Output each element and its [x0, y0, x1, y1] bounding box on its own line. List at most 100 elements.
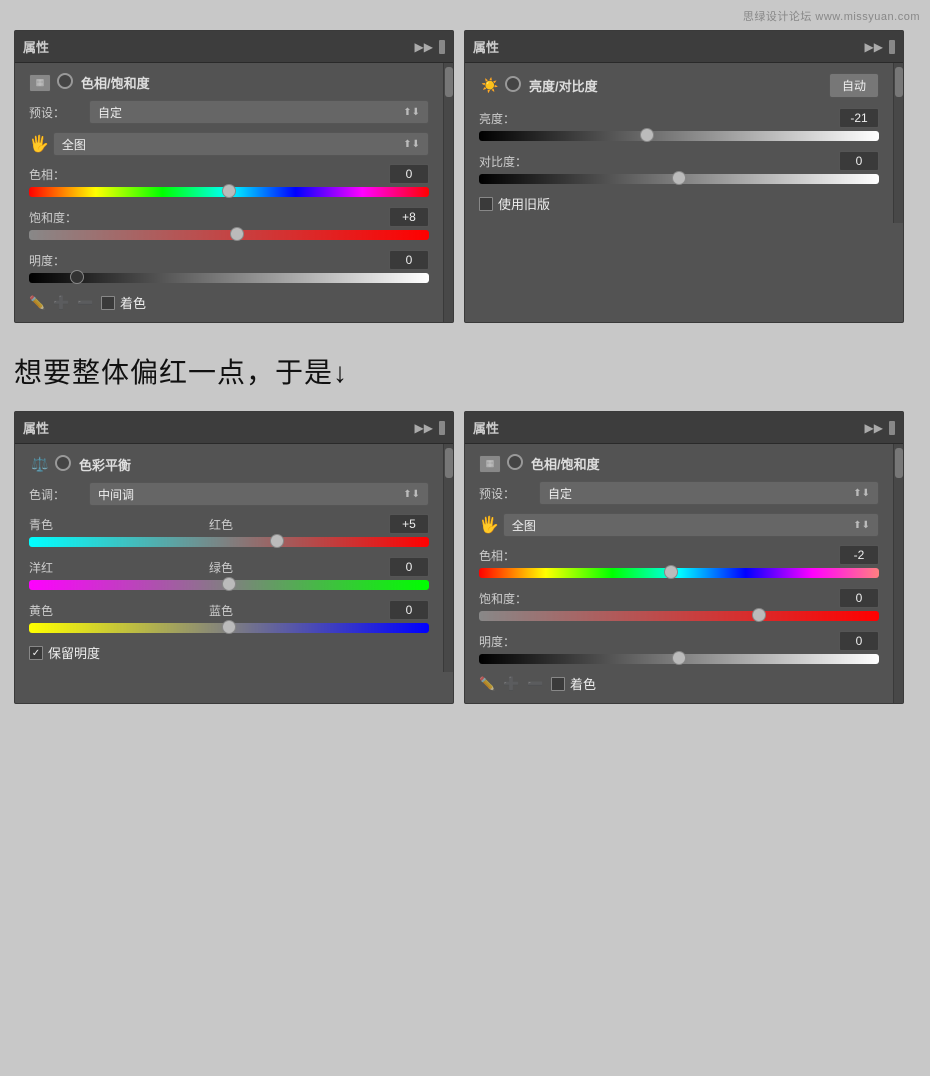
panel4-colorize-checkbox[interactable]	[551, 677, 565, 691]
panel1-lig-value[interactable]: 0	[389, 250, 429, 270]
panel3-visibility-icon[interactable]	[55, 455, 71, 471]
panel1-hue-track[interactable]	[29, 187, 429, 197]
panel2-scroll-icon	[889, 40, 895, 54]
panel3-cyan-red-track[interactable]	[29, 537, 429, 547]
panel1-preset-arrow: ⬆⬇	[403, 107, 420, 118]
panel1-hue-value[interactable]: 0	[389, 164, 429, 184]
panel1-lig-thumb[interactable]	[70, 270, 84, 284]
panel3-tone-arrow: ⬆⬇	[403, 489, 420, 500]
panel2-title-label: 亮度/对比度	[529, 76, 598, 95]
panel2-bright-value[interactable]: -21	[839, 108, 879, 128]
panel1-sat-thumb[interactable]	[230, 227, 244, 241]
panel1-sat-label: 饱和度：	[29, 209, 77, 226]
panel3-yellow-blue-track[interactable]	[29, 623, 429, 633]
panel3-preserve-label: 保留明度	[48, 643, 100, 662]
panel1-preset-select[interactable]: 自定 ⬆⬇	[89, 100, 429, 124]
panel4-hue-thumb[interactable]	[664, 565, 678, 579]
panel2-contrast-thumb[interactable]	[672, 171, 686, 185]
panel4-scroll-handle[interactable]	[895, 448, 903, 478]
panel3-cyan-red-value[interactable]: +5	[389, 514, 429, 534]
panel1-hand-icon: 🖐	[29, 134, 49, 154]
panel2-contrast-track[interactable]	[479, 174, 879, 184]
panel3-magenta-green-value[interactable]: 0	[389, 557, 429, 577]
panel1-colorize-checkbox[interactable]	[101, 296, 115, 310]
panel1-channel-select[interactable]: 全图 ⬆⬇	[53, 132, 429, 156]
panel4-channel-select[interactable]: 全图 ⬆⬇	[503, 513, 879, 537]
panel2-bright-thumb[interactable]	[640, 128, 654, 142]
panel1-hue-thumb[interactable]	[222, 184, 236, 198]
panel4-lig-value[interactable]: 0	[839, 631, 879, 651]
panel3-title: 属性	[23, 418, 49, 437]
panel2-bright-slider: 亮度： -21	[479, 108, 879, 141]
panel2-scroll-handle[interactable]	[895, 67, 903, 97]
panel3-header-right: ▶▶	[415, 421, 445, 435]
panel-brightness-contrast: 属性 ▶▶ ☀️ 亮度/对比度 自动	[464, 30, 904, 323]
panel1-scroll-icon	[439, 40, 445, 54]
panel1-lig-track[interactable]	[29, 273, 429, 283]
panel3-magenta-label: 洋红	[29, 559, 53, 576]
panel4-expand-icon[interactable]: ▶▶	[865, 421, 883, 435]
panel3-tone-select[interactable]: 中间调 ⬆⬇	[89, 482, 429, 506]
panel4-sat-thumb[interactable]	[752, 608, 766, 622]
panel3-expand-icon[interactable]: ▶▶	[415, 421, 433, 435]
panel4-sample-icon[interactable]: ✏️	[479, 676, 495, 692]
panel1-scroll-handle[interactable]	[445, 67, 453, 97]
panel3-cyan-red-thumb[interactable]	[270, 534, 284, 548]
panel4-scrollbar[interactable]	[893, 444, 903, 703]
panel4-preset-value: 自定	[548, 485, 572, 502]
panel4-hand-row: 🖐 全图 ⬆⬇	[479, 513, 879, 537]
panel1-sample-remove-icon[interactable]: ➖	[77, 295, 93, 311]
panel1-lig-label: 明度：	[29, 252, 65, 269]
panel2-legacy-row: 使用旧版	[479, 194, 879, 213]
panel2-auto-button[interactable]: 自动	[829, 73, 879, 98]
panel1-sample-add-icon[interactable]: ➕	[53, 295, 69, 311]
watermark: 思绿设计论坛 www.missyuan.com	[743, 8, 920, 24]
panel1-channel-arrow: ⬆⬇	[403, 139, 420, 150]
panel4-sample-add-icon[interactable]: ➕	[503, 676, 519, 692]
panel1-expand-icon[interactable]: ▶▶	[415, 40, 433, 54]
panel3-magenta-green-track[interactable]	[29, 580, 429, 590]
panel4-circle-icon	[507, 454, 523, 473]
panel3-scroll-handle[interactable]	[445, 448, 453, 478]
panel3-scrollbar[interactable]	[443, 444, 453, 672]
panel3-preserve-checkbox[interactable]	[29, 646, 43, 660]
panel4-sat-value[interactable]: 0	[839, 588, 879, 608]
panel2-contrast-value[interactable]: 0	[839, 151, 879, 171]
panel4-sample-remove-icon[interactable]: ➖	[527, 676, 543, 692]
panel2-visibility-icon[interactable]	[505, 76, 521, 92]
panel1-visibility-icon[interactable]	[57, 73, 73, 89]
panel3-magenta-green-slider: 洋红 绿色 0	[29, 557, 429, 590]
panel4-title: 属性	[473, 418, 499, 437]
panel4-preset-select[interactable]: 自定 ⬆⬇	[539, 481, 879, 505]
panel3-yellow-blue-value[interactable]: 0	[389, 600, 429, 620]
panel3-magenta-green-thumb[interactable]	[222, 577, 236, 591]
panel4-lig-track[interactable]	[479, 654, 879, 664]
panel2-contrast-slider: 对比度： 0	[479, 151, 879, 184]
panel1-preset-row: 预设： 自定 ⬆⬇	[29, 100, 429, 124]
panel3-yellow-blue-thumb[interactable]	[222, 620, 236, 634]
panel2-contrast-label: 对比度：	[479, 153, 527, 170]
panel1-scrollbar[interactable]	[443, 63, 453, 322]
panel2-expand-icon[interactable]: ▶▶	[865, 40, 883, 54]
panel4-title-label: 色相/饱和度	[531, 454, 600, 473]
panel3-header: 属性 ▶▶	[15, 412, 453, 444]
panel2-bright-track[interactable]	[479, 131, 879, 141]
panel1-icon: ▦	[29, 74, 51, 92]
panel4-preset-label: 预设：	[479, 485, 539, 502]
panel1-label-row: ▦ 色相/饱和度	[29, 73, 429, 92]
panel3-cyan-red-slider: 青色 红色 +5	[29, 514, 429, 547]
panel2-scrollbar[interactable]	[893, 63, 903, 223]
panel1-sat-value[interactable]: +8	[389, 207, 429, 227]
panel4-hue-track[interactable]	[479, 568, 879, 578]
panel1-sample-icon[interactable]: ✏️	[29, 295, 45, 311]
panel4-lig-thumb[interactable]	[672, 651, 686, 665]
panel1-sat-label-row: 饱和度： +8	[29, 207, 429, 227]
panel1-colorize-row: 着色	[101, 293, 146, 312]
panel2-legacy-checkbox[interactable]	[479, 197, 493, 211]
panel1-sat-track[interactable]	[29, 230, 429, 240]
panel4-sat-label-row: 饱和度： 0	[479, 588, 879, 608]
panel4-visibility-icon[interactable]	[507, 454, 523, 470]
panel3-cyan-red-label-row: 青色 红色 +5	[29, 514, 429, 534]
panel4-hue-value[interactable]: -2	[839, 545, 879, 565]
panel4-sat-track[interactable]	[479, 611, 879, 621]
